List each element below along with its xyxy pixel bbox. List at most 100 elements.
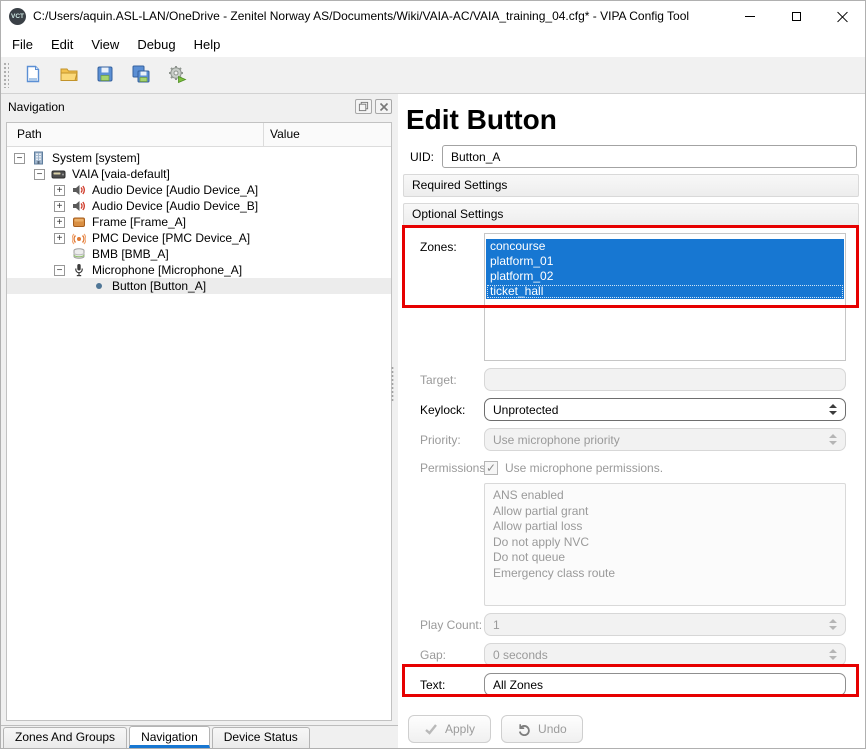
tree-row-system[interactable]: System [system] (7, 150, 391, 166)
permission-option: ANS enabled (493, 488, 845, 504)
zones-label: Zones: (420, 233, 484, 254)
expand-expander-icon[interactable] (54, 233, 65, 244)
menu-debug[interactable]: Debug (128, 33, 184, 56)
toolbar-drag-handle[interactable] (3, 62, 9, 88)
frame-icon (71, 215, 86, 229)
uid-input[interactable] (442, 145, 857, 168)
dock-title: Navigation (8, 100, 352, 114)
splitter-handle[interactable] (390, 366, 395, 402)
tree-item-label: Button [Button_A] (112, 279, 206, 293)
new-file-button[interactable] (15, 60, 51, 90)
menu-view[interactable]: View (82, 33, 128, 56)
menu-file[interactable]: File (3, 33, 42, 56)
dock-float-button[interactable] (355, 99, 372, 114)
tree-row-bmb[interactable]: BMB [BMB_A] (7, 246, 391, 262)
undo-icon (517, 722, 531, 736)
tree-row-vaia[interactable]: VAIA [vaia-default] (7, 166, 391, 182)
permission-option: Emergency class route (493, 566, 845, 582)
zone-item-selected-focused[interactable]: ticket_hall (486, 284, 844, 299)
save-file-button[interactable] (87, 60, 123, 90)
gap-spinbox: 0 seconds (484, 643, 846, 666)
menu-help[interactable]: Help (185, 33, 230, 56)
keylock-label: Keylock: (420, 403, 484, 417)
priority-combobox: Use microphone priority (484, 428, 846, 451)
apply-button[interactable]: Apply (408, 715, 491, 743)
tab-device-status[interactable]: Device Status (212, 727, 310, 748)
tree-item-label: Frame [Frame_A] (92, 215, 186, 229)
minimize-button[interactable] (727, 1, 773, 31)
tab-zones-and-groups[interactable]: Zones And Groups (3, 727, 127, 748)
tree-row-button-selected[interactable]: Button [Button_A] (7, 278, 391, 294)
permission-option: Allow partial grant (493, 504, 845, 520)
permission-option: Do not apply NVC (493, 535, 845, 551)
tree-item-label: Microphone [Microphone_A] (92, 263, 242, 277)
tree-row-audio-device-b[interactable]: Audio Device [Audio Device_B] (7, 198, 391, 214)
dock-header: Navigation (1, 94, 398, 119)
target-input (484, 368, 846, 391)
text-label: Text: (420, 678, 484, 692)
undo-button-label: Undo (538, 722, 567, 736)
spin-arrows-icon (829, 404, 837, 415)
zone-item-selected[interactable]: platform_02 (486, 269, 844, 284)
use-microphone-permissions-checkbox (484, 461, 498, 475)
apply-configuration-button[interactable] (159, 60, 195, 90)
tree-row-pmc-device[interactable]: PMC Device [PMC Device_A] (7, 230, 391, 246)
permission-option: Do not queue (493, 550, 845, 566)
column-header-path[interactable]: Path (7, 123, 264, 146)
keylock-value: Unprotected (493, 403, 558, 417)
minimize-icon (745, 16, 755, 17)
bmb-icon (71, 247, 86, 261)
app-window: VCT C:/Users/aquin.ASL-LAN/OneDrive - Ze… (0, 0, 866, 749)
open-file-button[interactable] (51, 60, 87, 90)
float-icon (358, 101, 369, 112)
spin-arrows-icon (829, 434, 837, 445)
tree-row-frame[interactable]: Frame [Frame_A] (7, 214, 391, 230)
save-icon (95, 64, 115, 87)
tree-row-audio-device-a[interactable]: Audio Device [Audio Device_A] (7, 182, 391, 198)
tree-item-label: VAIA [vaia-default] (72, 167, 170, 181)
play-count-value: 1 (493, 618, 500, 632)
vaia-device-icon (51, 167, 66, 181)
save-all-button[interactable] (123, 60, 159, 90)
zone-item-selected[interactable]: concourse (486, 239, 844, 254)
tree-body: System [system] VAIA [vaia-default] (7, 147, 391, 720)
microphone-icon (71, 263, 86, 277)
permissions-label: Permissions: (420, 461, 484, 475)
section-optional-settings[interactable]: Optional Settings (403, 203, 859, 226)
audio-device-icon (71, 199, 86, 213)
collapse-expander-icon[interactable] (14, 153, 25, 164)
permissions-listbox: ANS enabled Allow partial grant Allow pa… (484, 483, 846, 606)
tree-row-microphone[interactable]: Microphone [Microphone_A] (7, 262, 391, 278)
app-icon: VCT (9, 8, 26, 25)
expand-expander-icon[interactable] (54, 201, 65, 212)
tree-item-label: BMB [BMB_A] (92, 247, 169, 261)
column-header-value[interactable]: Value (264, 123, 391, 146)
expander-spacer (74, 281, 85, 292)
permissions-list-spacer (420, 483, 484, 490)
zone-item-selected[interactable]: platform_01 (486, 254, 844, 269)
text-input[interactable] (484, 673, 846, 696)
section-required-settings[interactable]: Required Settings (403, 174, 859, 197)
collapse-expander-icon[interactable] (34, 169, 45, 180)
undo-button[interactable]: Undo (501, 715, 583, 743)
keylock-combobox[interactable]: Unprotected (484, 398, 846, 421)
navigation-tree-panel: Path Value System [system] (6, 122, 392, 721)
tree-item-label: PMC Device [PMC Device_A] (92, 231, 250, 245)
expand-expander-icon[interactable] (54, 217, 65, 228)
collapse-expander-icon[interactable] (54, 265, 65, 276)
menu-edit[interactable]: Edit (42, 33, 82, 56)
uid-label: UID: (410, 150, 434, 164)
menubar: File Edit View Debug Help (1, 31, 865, 57)
zones-listbox[interactable]: concourse platform_01 platform_02 ticket… (484, 233, 846, 361)
maximize-icon (792, 12, 801, 21)
close-button[interactable] (819, 1, 865, 31)
expand-expander-icon[interactable] (54, 185, 65, 196)
tree-item-label: Audio Device [Audio Device_B] (92, 199, 258, 213)
dock-close-button[interactable] (375, 99, 392, 114)
expander-spacer (54, 249, 65, 260)
pmc-device-icon (71, 231, 86, 245)
spin-arrows-icon (829, 649, 837, 660)
maximize-button[interactable] (773, 1, 819, 31)
tab-navigation[interactable]: Navigation (129, 726, 210, 748)
check-icon (424, 722, 438, 736)
